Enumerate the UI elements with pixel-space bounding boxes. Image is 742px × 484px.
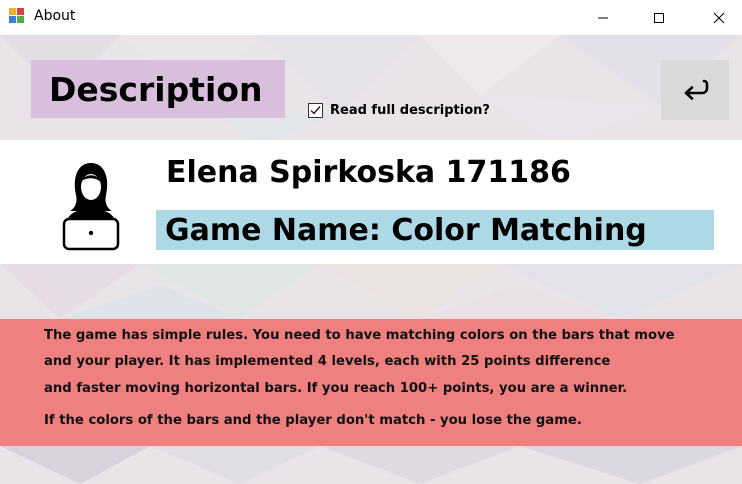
profile-panel: Elena Spirkoska 171186 Game Name: Color …: [0, 140, 742, 264]
description-label: Description: [31, 60, 285, 118]
minimize-button[interactable]: [580, 0, 626, 35]
rules-line: The game has simple rules. You need to h…: [44, 328, 675, 343]
return-arrow-icon: [684, 79, 709, 100]
client-area: Description Read full description? Elena…: [0, 35, 742, 484]
maximize-icon: [654, 12, 664, 23]
checkbox-box[interactable]: [308, 102, 323, 118]
close-button[interactable]: [696, 0, 742, 35]
read-full-description-checkbox[interactable]: Read full description?: [308, 101, 490, 119]
rules-panel: The game has simple rules. You need to h…: [0, 319, 742, 446]
close-icon: [713, 12, 725, 23]
game-name-label: Game Name: Color Matching: [156, 210, 714, 250]
maximize-button[interactable]: [636, 0, 682, 35]
app-icon: [9, 8, 25, 24]
person-laptop-icon: [58, 157, 124, 251]
author-name: Elena Spirkoska 171186: [166, 155, 571, 190]
back-button[interactable]: [661, 60, 729, 120]
checkbox-label: Read full description?: [330, 102, 490, 118]
minimize-icon: [598, 17, 608, 18]
rules-line: and your player. It has implemented 4 le…: [44, 354, 611, 369]
rules-line: and faster moving horizontal bars. If yo…: [44, 381, 628, 396]
title-bar: About: [0, 0, 742, 35]
rules-line: If the colors of the bars and the player…: [44, 413, 582, 428]
window-title: About: [34, 8, 76, 24]
checkmark-icon: [310, 105, 321, 115]
